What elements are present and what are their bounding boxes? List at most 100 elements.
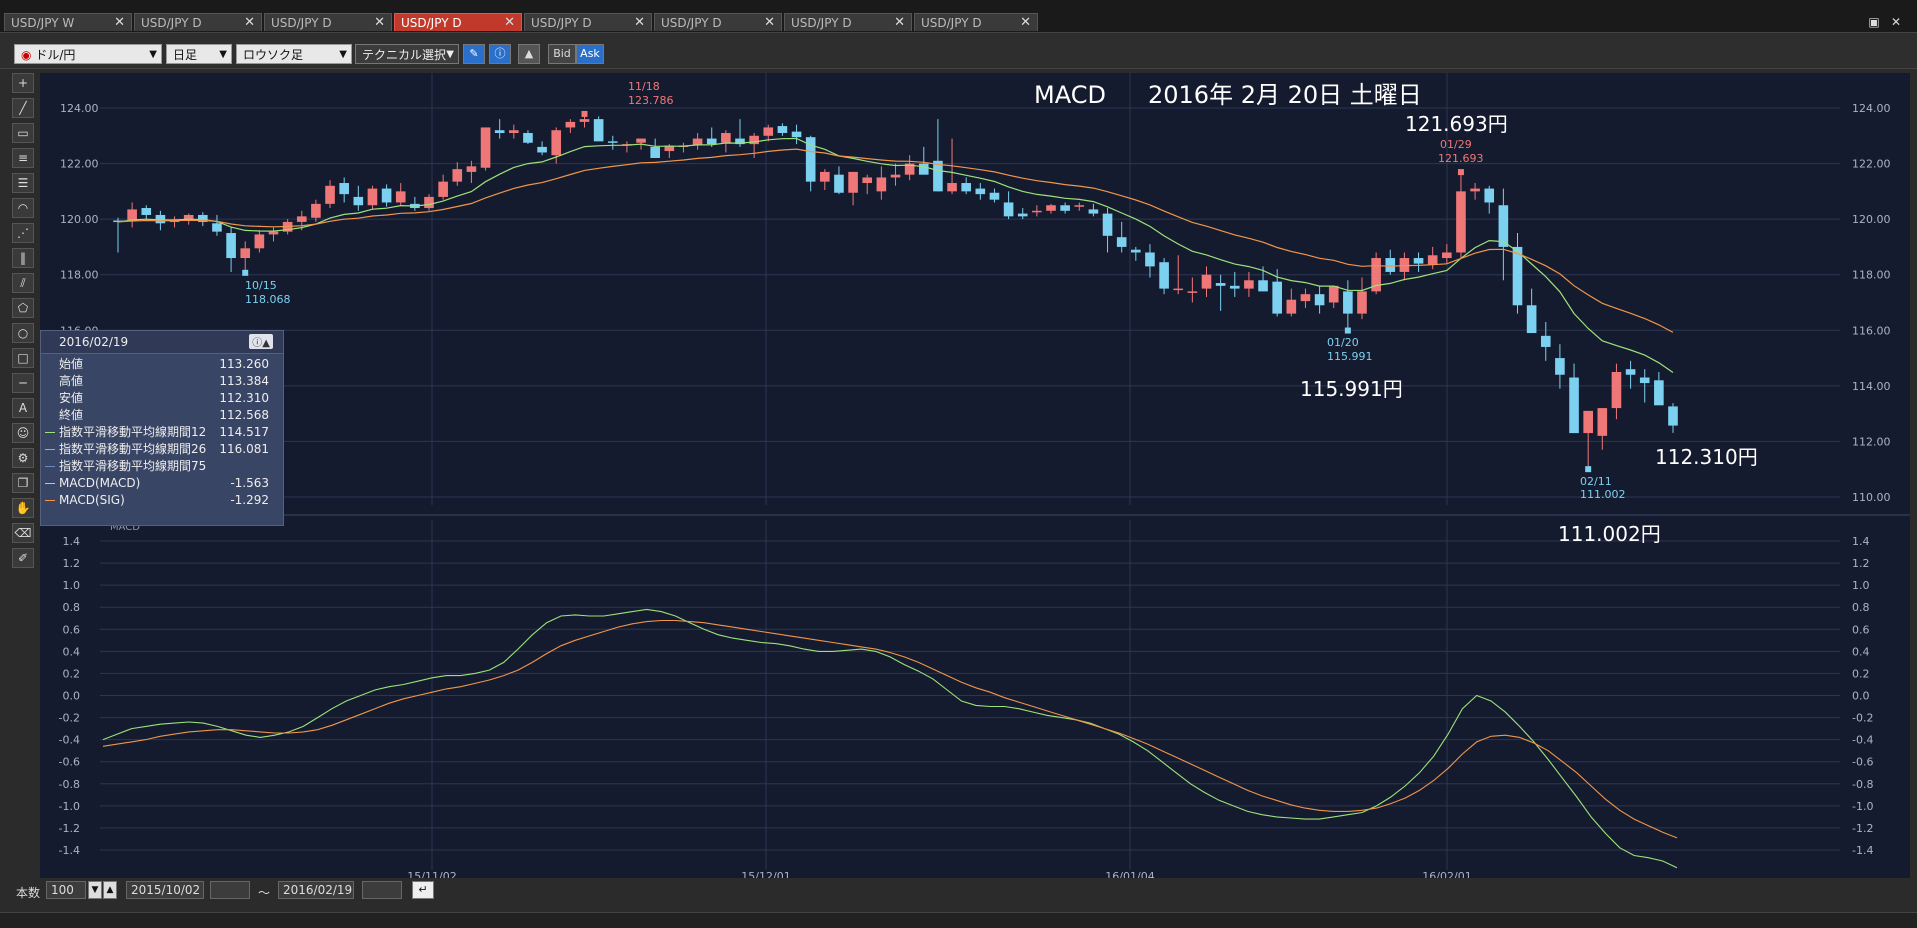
close-icon[interactable]: ✕ [1020,14,1031,32]
chart-type-select[interactable]: ロウソク足 ▼ [236,44,352,64]
candle-body [848,171,858,193]
macd-tick-left: 1.2 [63,557,81,570]
chart-area[interactable]: 110.00110.00112.00112.00114.00114.00116.… [40,73,1910,883]
info-row: 指数平滑移動平均線期間75 [45,458,279,475]
close-icon[interactable]: ✕ [894,14,905,32]
price-tick-right: 116.00 [1852,324,1891,337]
period-select[interactable]: 日足 ▼ [166,44,232,64]
info-button[interactable]: ⓘ [489,44,511,64]
close-icon[interactable]: ✕ [764,14,775,32]
info-row-value: -1.563 [230,476,269,490]
window-close-icon[interactable]: ✕ [1885,14,1907,30]
macd-tick-right: 0.8 [1852,601,1870,614]
info-collapse-icon[interactable]: ⓘ▲ [249,334,273,349]
close-icon[interactable]: ✕ [504,14,515,32]
return-icon: ↵ [418,883,428,896]
candle-body [1343,291,1353,314]
candle-body [537,146,547,153]
candle-body [1357,291,1367,314]
tab-usdjpy-d-4[interactable]: USD/JPY D ✕ [524,13,652,31]
info-icon: ⓘ [494,47,506,60]
candle-body [1102,213,1113,236]
area-button[interactable]: ▲ [518,44,540,64]
crosshair-tool-icon[interactable]: + [12,73,34,93]
macd-tick-right: 1.2 [1852,557,1870,570]
from-date-input[interactable]: 2015/10/02 [126,881,204,899]
polygon-tool-icon[interactable]: ⬠ [12,298,34,318]
eraser-tool-icon[interactable]: ⌫ [12,523,34,543]
fan-tool-icon[interactable]: ⋰ [12,223,34,243]
macd-tick-right: 0.2 [1852,667,1870,680]
period-label: 日足 [173,48,198,62]
close-icon[interactable]: ✕ [114,14,125,32]
extreme-marker [1585,466,1592,473]
candle-body [480,127,491,168]
info-row-label: MACD(SIG) [59,493,125,507]
chart-toolbar: ◉ ドル/円 ▼ 日足 ▼ ロウソク足 ▼ テクニカル選択 ▼ ✎ ⓘ ▲ Bid As… [0,33,1917,69]
macd-tick-left: -0.8 [59,778,80,791]
rectangle-tool-icon[interactable]: □ [12,348,34,368]
fibonacci-tool-icon[interactable]: ☰ [12,173,34,193]
text-tool-icon[interactable]: A [12,398,34,418]
count-up-button[interactable]: ▲ [103,881,117,899]
candle-body [1032,210,1042,213]
candle-body [1272,281,1282,314]
hline-tool-icon[interactable]: ─ [12,373,34,393]
candle-body [1286,299,1297,314]
info-date: 2016/02/19 [41,331,283,354]
tab-usdjpy-d-7[interactable]: USD/JPY D ✕ [914,13,1038,31]
candle-body [989,192,1000,200]
count-down-button[interactable]: ▼ [88,881,102,899]
hand-tool-icon[interactable]: ✋ [12,498,34,518]
pen-button[interactable]: ✎ [463,44,485,64]
eraser-all-tool-icon[interactable]: ✐ [12,548,34,568]
candle-body [1583,410,1593,434]
settings-tool-icon[interactable]: ⚙ [12,448,34,468]
technical-select[interactable]: テクニカル選択 ▼ [355,44,459,64]
info-row-label: 終値 [59,408,84,422]
hlines-tool-icon[interactable]: ≡ [12,148,34,168]
info-row-value: -1.292 [230,493,269,507]
close-icon[interactable]: ✕ [244,14,255,32]
chart-svg[interactable]: 110.00110.00112.00112.00114.00114.00116.… [40,73,1910,883]
chevron-down-icon: ▼ [446,49,454,60]
macd-tick-right: 0.0 [1852,690,1870,703]
tab-usdjpy-d-1[interactable]: USD/JPY D ✕ [134,13,262,31]
candle-body [268,231,279,235]
to-date-input[interactable]: 2016/02/19 [278,881,354,899]
trendline-tool-icon[interactable]: ╱ [12,98,34,118]
ohlc-info-panel: 2016/02/19 ⓘ▲ 始値 113.260 高値 113.384 安値 112.31… [40,330,284,526]
bid-label: Bid [553,47,571,60]
candle-body [1244,280,1254,289]
apply-range-button[interactable]: ↵ [412,881,434,899]
annot-price: 121.693 [1438,152,1484,165]
tab-usdjpy-d-2[interactable]: USD/JPY D ✕ [264,13,392,31]
candle-body [1413,258,1424,264]
macd-tick-right: 0.4 [1852,645,1870,658]
maximize-icon[interactable]: ▣ [1863,14,1885,30]
from-time-input[interactable] [210,881,250,899]
pitchfork-tool-icon[interactable]: ⫽ [12,273,34,293]
copy-tool-icon[interactable]: ❐ [12,473,34,493]
ask-button[interactable]: Ask [576,44,604,64]
to-time-input[interactable] [362,881,402,899]
vlines-tool-icon[interactable]: ‖ [12,248,34,268]
close-icon[interactable]: ✕ [634,14,645,32]
close-icon[interactable]: ✕ [374,14,385,32]
tab-usdjpy-d-6[interactable]: USD/JPY D ✕ [784,13,912,31]
tab-usdjpy-w[interactable]: USD/JPY W ✕ [4,13,132,31]
candle-body [947,183,957,192]
circle-tool-icon[interactable]: ○ [12,323,34,343]
ruler-tool-icon[interactable]: ▭ [12,123,34,143]
arc-tool-icon[interactable]: ◠ [12,198,34,218]
currency-select[interactable]: ◉ ドル/円 ▼ [14,44,162,64]
count-input[interactable]: 100 [46,881,86,899]
candle-body [1385,258,1396,272]
icon-tool-icon[interactable]: ☺ [12,423,34,443]
candle-body [593,119,604,142]
bid-button[interactable]: Bid [548,44,576,64]
tab-usdjpy-d-5[interactable]: USD/JPY D ✕ [654,13,782,31]
candle-body [127,209,137,221]
macd-tick-right: -1.4 [1852,844,1873,857]
tab-usdjpy-d-active[interactable]: USD/JPY D ✕ [394,13,522,31]
